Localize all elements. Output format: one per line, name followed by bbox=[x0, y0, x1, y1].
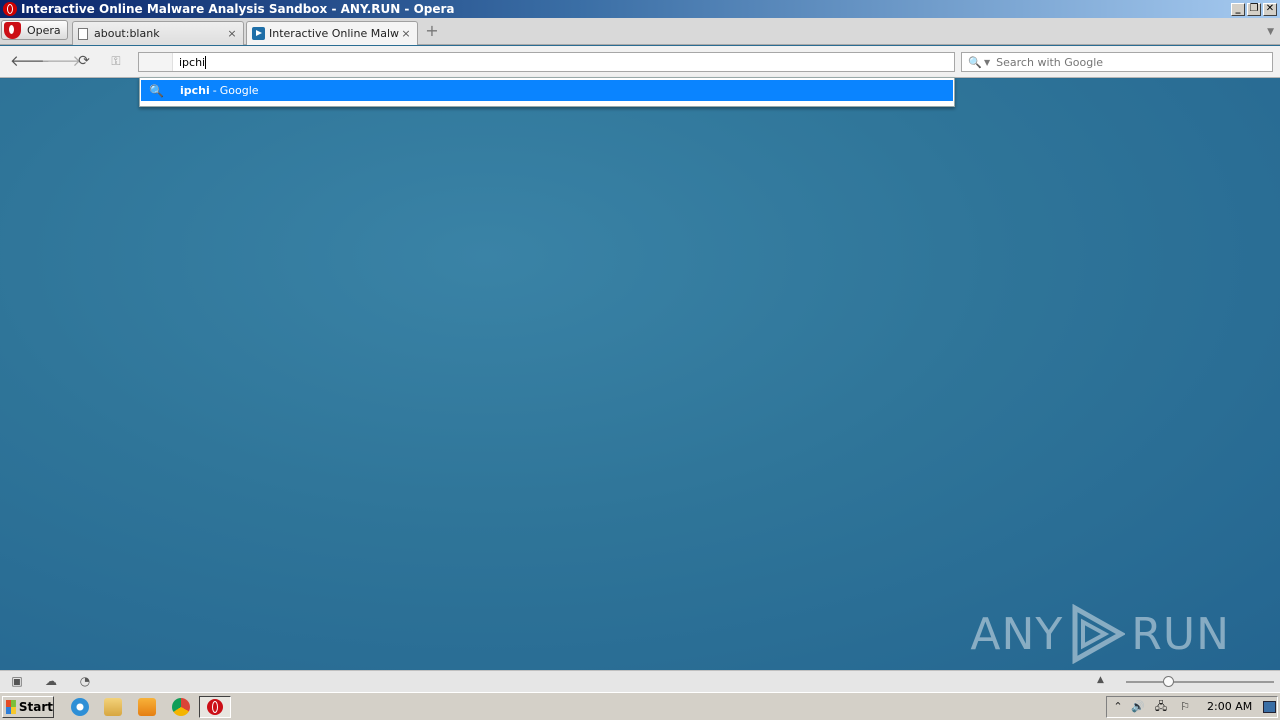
system-tray: ⌃ 🔊 🖧 ⚐ 2:00 AM bbox=[1106, 696, 1278, 718]
minimize-button[interactable]: _ bbox=[1231, 2, 1245, 16]
tab-bar: Opera about:blank × Interactive Online M… bbox=[0, 18, 1280, 45]
tab-menu-chevron-icon[interactable]: ▼ bbox=[1267, 27, 1274, 37]
windows-logo-icon bbox=[6, 700, 16, 714]
turbo-speed-icon[interactable]: ◔ bbox=[77, 674, 93, 688]
text-caret bbox=[205, 56, 206, 69]
wand-key-icon[interactable]: ⚿ bbox=[106, 52, 126, 70]
opera-unite-cloud-icon[interactable]: ☁ bbox=[43, 674, 59, 688]
close-window-button[interactable]: ✕ bbox=[1263, 2, 1277, 16]
panel-toggle-icon[interactable]: ▣ bbox=[9, 674, 25, 688]
action-center-flag-icon[interactable]: ⚐ bbox=[1178, 700, 1192, 714]
zoom-slider-thumb[interactable] bbox=[1163, 676, 1175, 687]
search-engine-chevron-icon[interactable]: ▼ bbox=[984, 58, 990, 67]
internet-explorer-icon[interactable] bbox=[71, 698, 89, 716]
opera-icon bbox=[207, 699, 223, 715]
status-bar: ▣ ☁ ◔ ▲ bbox=[0, 670, 1280, 692]
search-bar[interactable]: 🔍 ▼ bbox=[961, 52, 1273, 72]
opera-menu-button[interactable]: Opera bbox=[1, 20, 68, 40]
search-icon[interactable]: 🔍 bbox=[968, 56, 982, 69]
tab-close-icon[interactable]: × bbox=[225, 27, 239, 40]
network-icon[interactable]: 🖧 bbox=[1154, 700, 1168, 714]
window-controls: _ ❐ ✕ bbox=[1231, 2, 1277, 16]
opera-menu-label: Opera bbox=[27, 23, 61, 37]
address-badge[interactable] bbox=[139, 53, 173, 71]
opera-logo-icon bbox=[3, 2, 17, 16]
window-title: Interactive Online Malware Analysis Sand… bbox=[21, 2, 455, 16]
address-bar[interactable] bbox=[138, 52, 955, 72]
tab-anyrun[interactable]: Interactive Online Malwa... × bbox=[246, 21, 418, 45]
forward-button[interactable]: 🡒 bbox=[41, 52, 81, 70]
tab-close-icon[interactable]: × bbox=[399, 27, 413, 40]
windows-taskbar: Start ⌃ 🔊 🖧 ⚐ 2:00 AM bbox=[0, 692, 1280, 720]
start-button[interactable]: Start bbox=[2, 696, 54, 718]
zoom-up-arrow-icon[interactable]: ▲ bbox=[1097, 675, 1104, 685]
taskbar-opera-button[interactable] bbox=[199, 696, 231, 718]
show-desktop-icon[interactable] bbox=[1263, 701, 1276, 713]
suggestion-term: ipchi bbox=[180, 84, 210, 97]
suggestion-separator: - bbox=[212, 84, 217, 97]
new-tab-button[interactable]: + bbox=[424, 23, 440, 40]
anyrun-watermark: ANY RUN bbox=[970, 604, 1230, 664]
clock[interactable]: 2:00 AM bbox=[1207, 700, 1252, 713]
start-label: Start bbox=[18, 700, 53, 714]
search-icon: 🔍 bbox=[149, 83, 164, 98]
media-player-icon[interactable] bbox=[138, 698, 156, 716]
chrome-icon[interactable] bbox=[172, 698, 190, 716]
suggestion-engine: Google bbox=[219, 84, 259, 97]
volume-icon[interactable]: 🔊 bbox=[1131, 700, 1145, 714]
anyrun-favicon-icon bbox=[252, 27, 265, 40]
tab-label: Interactive Online Malwa... bbox=[269, 27, 399, 40]
zoom-slider-track[interactable] bbox=[1126, 681, 1274, 683]
back-button[interactable]: 🡐 bbox=[10, 52, 50, 70]
address-suggestions: 🔍 ipchi - Google bbox=[139, 77, 955, 107]
tab-label: about:blank bbox=[94, 27, 160, 40]
restore-button[interactable]: ❐ bbox=[1247, 2, 1261, 16]
file-explorer-icon[interactable] bbox=[104, 698, 122, 716]
navigation-toolbar: 🡐 🡒 ⟳ ⚿ 🔍 ▼ bbox=[0, 46, 1280, 78]
opera-menu-icon bbox=[4, 21, 21, 39]
show-hidden-icons-chevron-icon[interactable]: ⌃ bbox=[1111, 700, 1125, 714]
window-titlebar[interactable]: Interactive Online Malware Analysis Sand… bbox=[0, 0, 1280, 18]
blank-page-icon bbox=[78, 27, 88, 40]
watermark-right-text: RUN bbox=[1131, 608, 1230, 660]
search-input[interactable] bbox=[996, 55, 1272, 69]
watermark-left-text: ANY bbox=[970, 608, 1064, 660]
page-content: ANY RUN bbox=[0, 79, 1280, 670]
play-logo-icon bbox=[1072, 604, 1126, 664]
tab-about-blank[interactable]: about:blank × bbox=[72, 21, 244, 45]
address-input[interactable] bbox=[179, 54, 939, 70]
reload-button[interactable]: ⟳ bbox=[74, 52, 94, 70]
suggestion-item[interactable]: 🔍 ipchi - Google bbox=[141, 80, 953, 101]
